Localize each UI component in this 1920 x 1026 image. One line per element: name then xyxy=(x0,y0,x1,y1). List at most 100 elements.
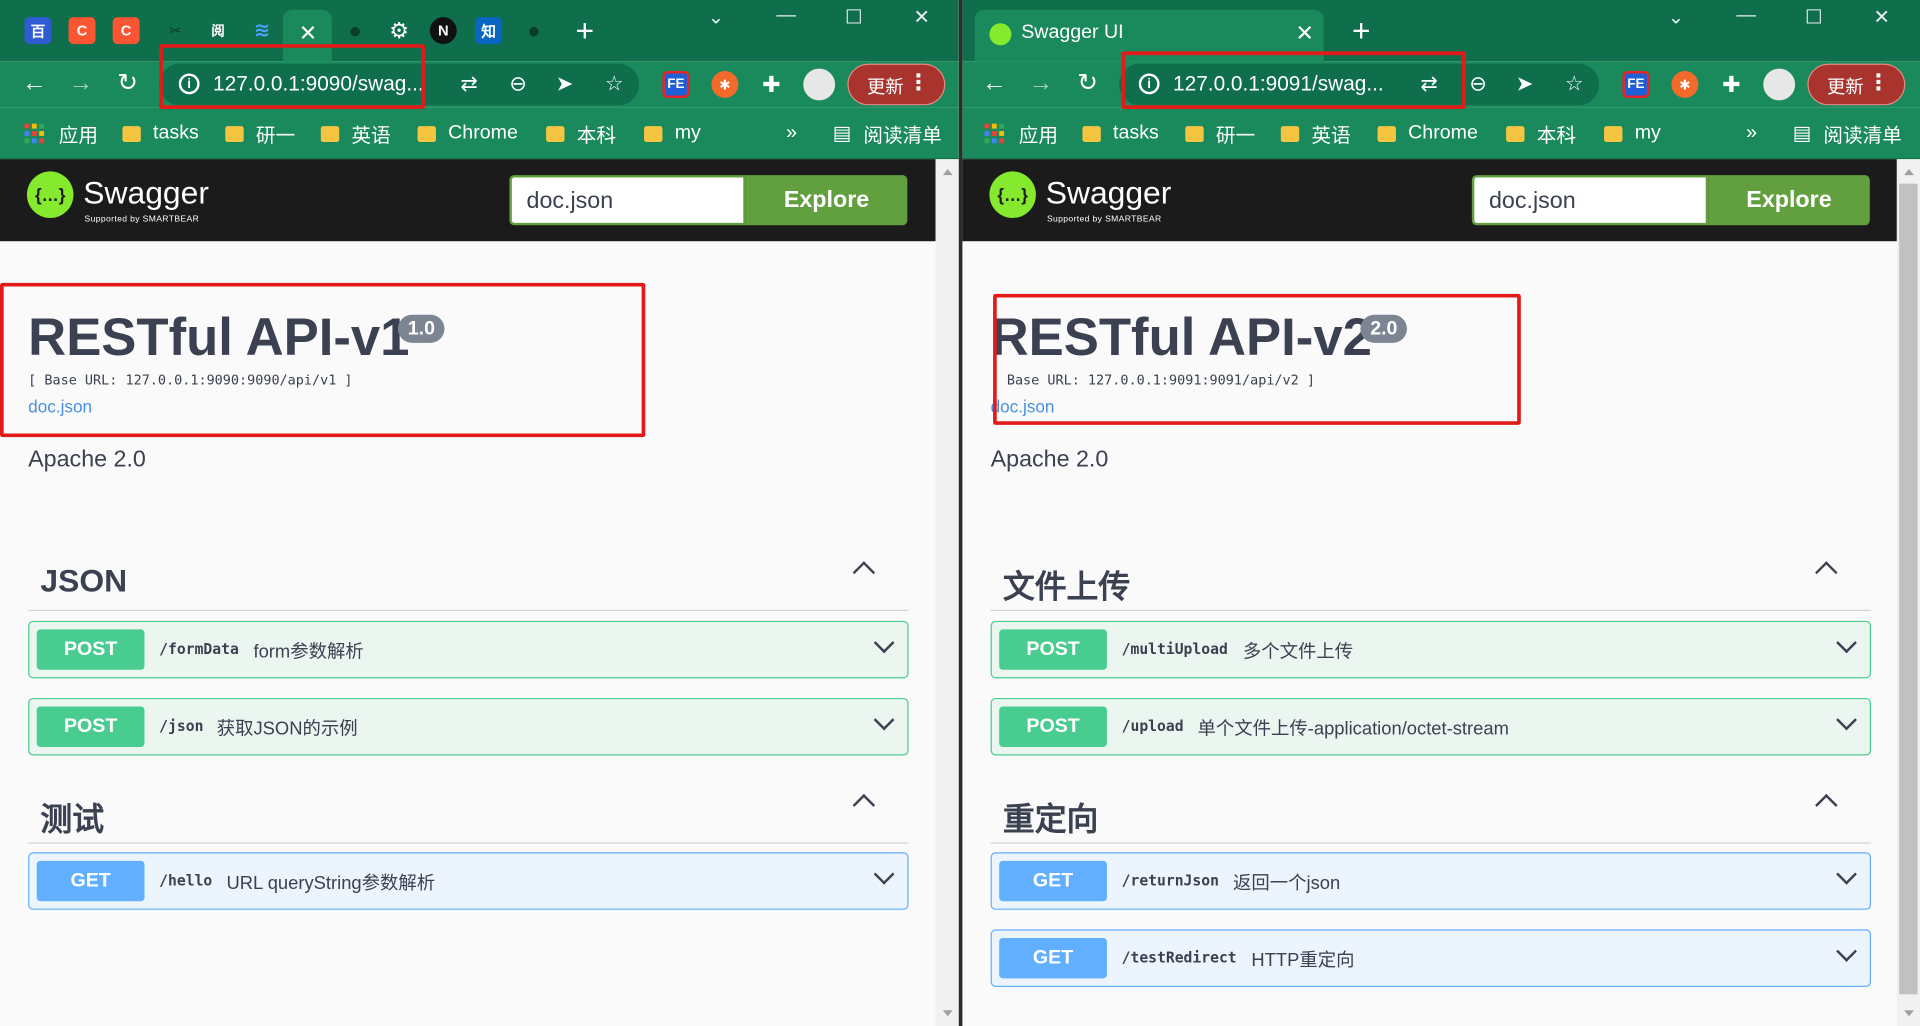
chevron-down-icon[interactable] xyxy=(873,709,895,731)
fe-extension-icon[interactable]: FE xyxy=(1622,71,1650,98)
license-link[interactable]: Apache 2.0 xyxy=(28,447,146,474)
update-button[interactable]: 更新 ⋮ xyxy=(1807,63,1906,106)
chevron-down-icon[interactable] xyxy=(1836,941,1857,962)
close-icon[interactable]: ✕ xyxy=(299,22,317,44)
bookmarks-more-button[interactable]: » xyxy=(1746,120,1757,147)
zoom-icon[interactable]: ⊖ xyxy=(1469,72,1486,96)
star-icon[interactable]: ☆ xyxy=(1565,72,1584,96)
bookmarks-more-button[interactable]: » xyxy=(786,120,797,147)
zhihu-icon[interactable]: 知 xyxy=(475,17,503,45)
maximize-button[interactable]: ☐ xyxy=(1805,5,1823,29)
spec-url-input[interactable]: doc.json xyxy=(1471,175,1709,226)
scrollbar[interactable] xyxy=(935,159,959,1026)
scroll-thumb[interactable] xyxy=(1899,183,1918,995)
close-window-button[interactable]: ✕ xyxy=(1873,5,1889,29)
explore-button[interactable]: Explore xyxy=(1708,175,1870,226)
chevron-up-icon[interactable] xyxy=(852,793,876,817)
bookmark-folder[interactable]: 英语 xyxy=(320,120,391,147)
github-icon[interactable]: ● xyxy=(342,17,369,44)
reading-list-button[interactable]: ▤ 阅读清单 xyxy=(1793,120,1902,147)
operation-row[interactable]: GET /testRedirect HTTP重定向 xyxy=(990,929,1872,987)
scroll-up-arrow[interactable] xyxy=(942,168,953,176)
star-icon[interactable]: ☆ xyxy=(605,72,624,96)
address-bar[interactable]: i 127.0.0.1:9090/swag... ⇄ ⊖ ➤ ☆ xyxy=(159,63,640,106)
scroll-up-arrow[interactable] xyxy=(1904,168,1914,176)
bookmark-folder[interactable]: my xyxy=(1604,120,1661,147)
fe-extension-icon[interactable]: FE xyxy=(662,71,690,98)
send-icon[interactable]: ➤ xyxy=(556,72,573,96)
chevron-up-icon[interactable] xyxy=(852,561,876,584)
bookmark-apps[interactable]: 应用 xyxy=(984,120,1058,147)
menu-dots-icon[interactable]: ⋮ xyxy=(1867,70,1889,96)
info-icon[interactable]: i xyxy=(178,73,200,95)
operation-row[interactable]: GET /returnJson 返回一个json xyxy=(990,852,1872,910)
chevron-up-icon[interactable] xyxy=(1815,793,1838,817)
csdn-icon[interactable]: C xyxy=(68,17,96,45)
scrollbar[interactable] xyxy=(1896,159,1920,1026)
reading-list-button[interactable]: ▤ 阅读清单 xyxy=(833,120,942,147)
doc-json-link[interactable]: doc.json xyxy=(28,397,92,417)
spec-url-input[interactable]: doc.json xyxy=(509,175,746,226)
bookmark-folder[interactable]: 研一 xyxy=(1185,120,1255,147)
avatar[interactable] xyxy=(803,68,836,101)
gear-icon[interactable]: ⚙ xyxy=(386,17,413,44)
chevron-down-icon[interactable] xyxy=(1836,863,1857,885)
back-button[interactable]: ← xyxy=(982,71,1006,95)
explore-button[interactable]: Explore xyxy=(745,175,908,226)
baidu-icon[interactable]: 百 xyxy=(24,17,52,45)
swagger-logo-icon[interactable]: {…} xyxy=(989,171,1036,218)
forward-button[interactable]: → xyxy=(1029,71,1053,95)
bookmark-folder[interactable]: 研一 xyxy=(225,120,295,147)
github-icon[interactable]: ● xyxy=(520,17,547,44)
chevron-down-icon[interactable] xyxy=(873,863,895,885)
operation-row[interactable]: POST /upload 单个文件上传-application/octet-st… xyxy=(990,697,1872,756)
tag-section-header[interactable]: JSON xyxy=(28,555,909,612)
info-icon[interactable]: i xyxy=(1138,73,1160,95)
bookmark-folder[interactable]: 本科 xyxy=(1506,120,1576,147)
zoom-icon[interactable]: ⊖ xyxy=(509,72,526,96)
back-button[interactable]: ← xyxy=(22,71,46,95)
reader-icon[interactable]: 阅 xyxy=(204,17,231,44)
operation-row[interactable]: POST /formData form参数解析 xyxy=(28,620,909,679)
tag-section-header[interactable]: 测试 xyxy=(28,787,909,844)
bookmark-folder[interactable]: Chrome xyxy=(1377,120,1478,147)
operation-row[interactable]: POST /multiUpload 多个文件上传 xyxy=(990,620,1872,679)
doc-json-link[interactable]: doc.json xyxy=(991,397,1055,417)
bookmark-folder[interactable]: 本科 xyxy=(546,120,616,147)
scroll-down-arrow[interactable] xyxy=(1904,1010,1914,1017)
minimize-button[interactable]: — xyxy=(1736,5,1756,27)
reload-button[interactable]: ↻ xyxy=(1078,71,1099,95)
update-button[interactable]: 更新 ⋮ xyxy=(847,63,946,106)
bookmark-folder[interactable]: my xyxy=(644,120,701,147)
reload-button[interactable]: ↻ xyxy=(118,71,139,95)
translate-icon[interactable]: ⇄ xyxy=(460,72,477,96)
chevron-up-icon[interactable] xyxy=(1815,561,1838,584)
operation-row[interactable]: POST /json 获取JSON的示例 xyxy=(28,697,909,756)
address-bar[interactable]: i 127.0.0.1:9091/swag... ⇄ ⊖ ➤ ☆ xyxy=(1119,63,1600,106)
maximize-button[interactable]: ☐ xyxy=(845,5,863,29)
forward-button[interactable]: → xyxy=(69,71,93,95)
tag-section-header[interactable]: 文件上传 xyxy=(990,555,1872,612)
close-window-button[interactable]: ✕ xyxy=(913,5,929,29)
puzzle-icon[interactable]: ✚ xyxy=(1718,71,1745,98)
tool-icon[interactable]: ✂ xyxy=(162,17,189,44)
avatar[interactable] xyxy=(1763,68,1796,101)
tab-active[interactable]: ✕ xyxy=(282,9,332,62)
send-icon[interactable]: ➤ xyxy=(1516,72,1533,96)
extension-orange-icon[interactable]: ✱ xyxy=(711,71,739,98)
new-tab-button[interactable]: + xyxy=(1352,15,1371,47)
chevron-down-icon[interactable] xyxy=(873,632,895,654)
extension-orange-icon[interactable]: ✱ xyxy=(1671,71,1699,98)
notion-icon[interactable]: N xyxy=(429,17,457,45)
bookmark-folder[interactable]: tasks xyxy=(1082,120,1159,147)
license-link[interactable]: Apache 2.0 xyxy=(991,447,1109,474)
tab-swagger-ui[interactable]: Swagger UI ✕ xyxy=(974,9,1324,62)
tab-search-icon[interactable]: ⌄ xyxy=(1668,5,1684,29)
menu-dots-icon[interactable]: ⋮ xyxy=(907,70,929,96)
swagger-logo-icon[interactable]: {…} xyxy=(26,171,74,218)
operation-row[interactable]: GET /hello URL queryString参数解析 xyxy=(28,852,909,910)
csdn-icon[interactable]: C xyxy=(112,17,140,45)
puzzle-icon[interactable]: ✚ xyxy=(758,71,785,98)
bookmark-folder[interactable]: Chrome xyxy=(417,120,518,147)
bookmark-stack-icon[interactable]: ≋ xyxy=(249,17,276,44)
